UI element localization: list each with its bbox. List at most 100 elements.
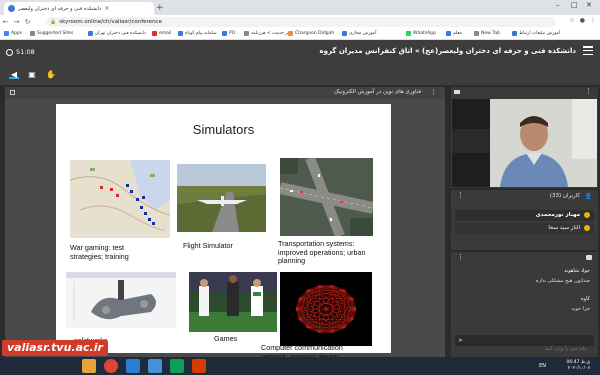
kebab-menu-icon[interactable]: ⋮: [457, 253, 464, 261]
bookmark-item[interactable]: معلم: [446, 31, 462, 36]
elapsed-time: 51:08: [16, 48, 35, 56]
caption-transportation: Transportation systems: improved operati…: [278, 239, 366, 265]
kebab-menu-icon[interactable]: ⋮: [430, 88, 437, 96]
close-tab-icon[interactable]: ×: [104, 5, 109, 12]
users-header: ⋮ کاربران (33) 👤: [451, 190, 598, 202]
address-bar: ← → ↻ 🔒 skyroom.online/ch/valiasr/confer…: [0, 15, 600, 29]
star-icon[interactable]: ☆: [569, 17, 574, 24]
caption-games: Games: [214, 334, 238, 343]
video-panel: ⋮: [451, 87, 598, 188]
kebab-menu-icon[interactable]: ⋮: [457, 191, 464, 199]
session-timer: 51:08: [6, 48, 35, 56]
more-icon[interactable]: ⋮: [590, 17, 596, 24]
word-icon[interactable]: [126, 359, 140, 373]
apps-icon: [4, 31, 9, 36]
clock[interactable]: 06:47 ق.ظ ۲۰۲۰/۱۰/۰۷: [567, 360, 591, 372]
windows-taskbar: EN 06:47 ق.ظ ۲۰۲۰/۱۰/۰۷: [0, 357, 600, 375]
bookmark-item[interactable]: Chargoon Didgah: [288, 31, 334, 36]
page-icon: [512, 31, 517, 36]
minimize-panel-icon[interactable]: [10, 90, 15, 95]
powerpoint-icon[interactable]: [192, 359, 206, 373]
tab-title: دانشکده فنی و حرفه ای دختران ولیعصر: [18, 5, 102, 12]
chrome-icon[interactable]: [104, 359, 118, 373]
browser-tab[interactable]: دانشکده فنی و حرفه ای دختران ولیعصر ×: [4, 2, 154, 15]
message-author: جواد شاهوند: [564, 268, 590, 274]
page-icon: [446, 31, 451, 36]
forward-icon[interactable]: →: [11, 18, 22, 26]
page-icon: [288, 31, 293, 36]
new-tab-icon[interactable]: +: [156, 3, 164, 13]
bookmark-item[interactable]: Suggested Sites: [30, 31, 73, 36]
whatsapp-icon: [406, 31, 411, 36]
user-name: الناز سید سخا: [548, 225, 580, 231]
url-field[interactable]: 🔒 skyroom.online/ch/valiasr/conference: [46, 17, 556, 27]
chat-icon: [586, 255, 592, 260]
room-title: دانشکده فنی و حرفه ای دختران ولیعصر(عج) …: [319, 47, 576, 55]
site-watermark: valiasr.tvu.ac.ir: [2, 340, 108, 356]
games-football-image: [189, 272, 277, 332]
webcam-video: [452, 99, 597, 187]
reload-icon[interactable]: ↻: [22, 18, 33, 26]
caption-flight-simulator: Flight Simulator: [183, 241, 233, 250]
bookmark-item[interactable]: میز خدمت > هرزنامه: [244, 31, 292, 36]
message-text: صداتون هیچ مشکلی نداره: [535, 278, 590, 284]
back-icon[interactable]: ←: [0, 18, 11, 26]
speaker-icon[interactable]: ◀: [9, 70, 19, 79]
raise-hand-icon[interactable]: ✋: [46, 70, 56, 79]
bookmark-item[interactable]: PO..: [222, 31, 238, 36]
caption-war-gaming: War gaming: test strategies; training: [70, 243, 129, 261]
screen-share-icon[interactable]: ▣: [27, 70, 37, 79]
browser-tab-strip: دانشکده فنی و حرفه ای دختران ولیعصر × + …: [0, 0, 600, 15]
bookmark-item[interactable]: آموزش تبلیغات ارتباط: [512, 31, 560, 36]
presentation-title: فناوری های نوین در آموزش الکترونیک: [334, 89, 421, 95]
mail-icon: [152, 31, 157, 36]
user-list-item[interactable]: الناز سید سخا: [455, 223, 594, 234]
file-explorer-icon[interactable]: [82, 359, 96, 373]
bookmark-item[interactable]: WhatsApp: [406, 31, 436, 36]
clock-date: ۲۰۲۰/۱۰/۰۷: [567, 366, 590, 371]
chat-message: جواد شاهوند صداتون هیچ مشکلی نداره: [455, 268, 594, 288]
url-text: skyroom.online/ch/valiasr/conference: [59, 19, 162, 25]
page-icon: [474, 31, 479, 36]
war-gaming-map-image: [70, 160, 170, 238]
maximize-window-icon[interactable]: □: [571, 1, 578, 9]
close-window-icon[interactable]: ✕: [586, 1, 592, 9]
bookmark-item[interactable]: سامانه پیام کوتاه: [178, 31, 217, 36]
app-icon[interactable]: [170, 359, 184, 373]
presentation-panel: فناوری های نوین در آموزش الکترونیک ⋮ Sim…: [5, 87, 445, 360]
bookmark-item[interactable]: دانشکده فنی دختران تهران: [88, 31, 146, 36]
bookmark-item[interactable]: email: [152, 31, 171, 36]
users-title: کاربران (33): [549, 193, 580, 199]
presentation-titlebar: فناوری های نوین در آموزش الکترونیک ⋮: [5, 87, 445, 99]
page-icon: [178, 31, 183, 36]
send-icon[interactable]: ➤: [458, 337, 465, 344]
bookmark-item[interactable]: Apps: [4, 31, 22, 36]
chat-message: کاوه چرا خوبه: [455, 296, 594, 316]
network-protocol-image: [280, 272, 372, 346]
bookmarks-bar: Apps Suggested Sites دانشکده فنی دختران …: [0, 29, 600, 40]
page-icon: [244, 31, 249, 36]
users-panel: ⋮ کاربران (33) 👤 مهناز نورمحمدی الناز سی…: [451, 190, 598, 250]
chat-header: ⋮: [451, 252, 598, 264]
message-text: چرا خوبه: [571, 306, 590, 312]
kebab-menu-icon[interactable]: ⋮: [585, 87, 592, 95]
app-icon[interactable]: [148, 359, 162, 373]
hamburger-menu-icon[interactable]: [583, 46, 593, 55]
profile-icon[interactable]: ●: [580, 17, 585, 24]
chat-panel: ⋮ جواد شاهوند صداتون هیچ مشکلی نداره کاو…: [451, 252, 598, 357]
flight-simulator-image: [177, 164, 266, 232]
site-favicon-icon: [8, 5, 15, 12]
language-indicator[interactable]: EN: [539, 363, 546, 369]
chat-input[interactable]: [469, 343, 591, 355]
user-role-icon: [584, 212, 590, 218]
solidworks-model-image: [66, 272, 176, 328]
minimize-window-icon[interactable]: –: [556, 1, 560, 9]
message-author: کاوه: [581, 296, 590, 302]
transportation-traffic-image: [280, 158, 373, 236]
page-icon: [88, 31, 93, 36]
user-name: مهناز نورمحمدی: [535, 212, 580, 218]
user-list-item[interactable]: مهناز نورمحمدی: [455, 210, 594, 221]
conference-header: 51:08 دانشکده فنی و حرفه ای دختران ولیعص…: [0, 40, 600, 65]
bookmark-item[interactable]: آموزش مجازی: [342, 31, 376, 36]
bookmark-item[interactable]: New Tab: [474, 31, 500, 36]
